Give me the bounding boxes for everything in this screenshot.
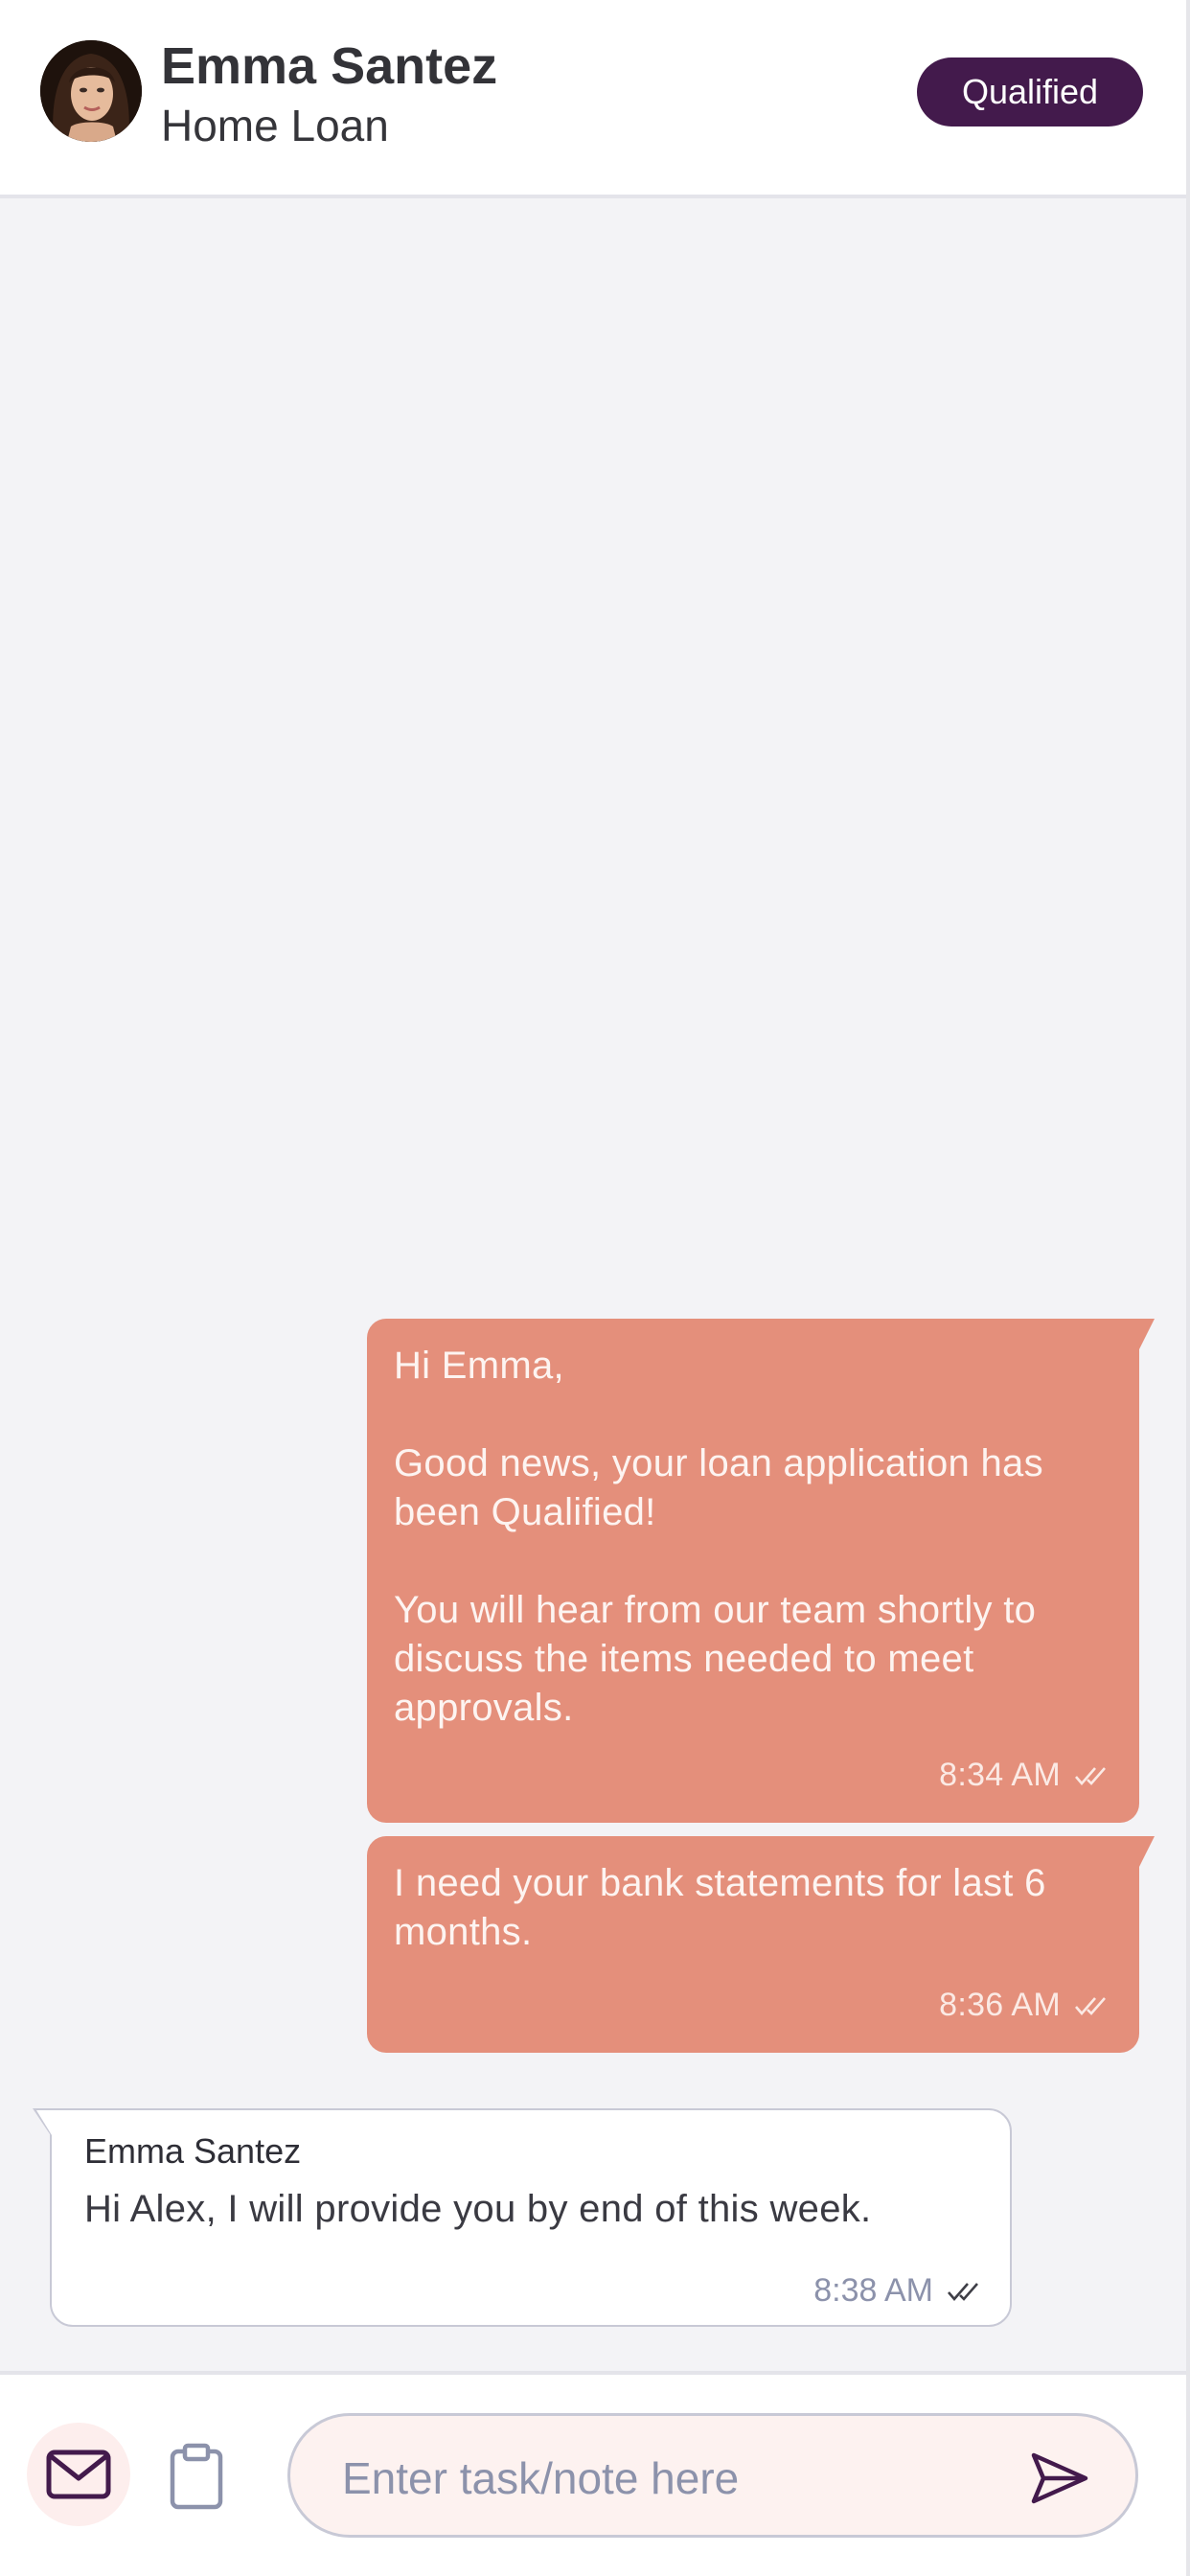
message-sender: Emma Santez <box>84 2131 302 2171</box>
outgoing-message[interactable]: Hi Emma, Good news, your loan applicatio… <box>367 1319 1155 1823</box>
message-meta: 8:36 AM <box>939 1981 1114 2030</box>
mail-button[interactable] <box>27 2423 130 2526</box>
incoming-message[interactable]: Emma Santez Hi Alex, I will provide you … <box>33 2108 1012 2327</box>
message-time: 8:34 AM <box>939 1757 1061 1793</box>
note-input[interactable] <box>342 2445 994 2512</box>
message-text: I need your bank statements for last 6 m… <box>394 1862 1046 1953</box>
message-text: Hi Alex, I will provide you by end of th… <box>84 2188 872 2230</box>
avatar[interactable] <box>40 40 142 142</box>
chat-screen: Emma Santez Home Loan Qualified Hi Emma,… <box>0 0 1190 2576</box>
chat-header: Emma Santez Home Loan Qualified <box>0 0 1186 198</box>
double-check-icon <box>1075 1766 1106 1785</box>
clipboard-button[interactable] <box>169 2438 224 2515</box>
double-check-icon <box>948 2282 978 2301</box>
message-meta: 8:38 AM <box>813 2272 987 2310</box>
note-input-container <box>287 2413 1138 2538</box>
composer-bar <box>0 2371 1186 2576</box>
avatar-photo <box>40 40 142 142</box>
contact-name: Emma Santez <box>161 37 498 95</box>
outgoing-message[interactable]: I need your bank statements for last 6 m… <box>367 1836 1155 2053</box>
mail-icon <box>46 2450 111 2499</box>
status-badge[interactable]: Qualified <box>917 58 1143 126</box>
message-time: 8:36 AM <box>939 1987 1061 2023</box>
loan-type-label: Home Loan <box>161 101 389 150</box>
send-icon <box>1031 2452 1088 2504</box>
message-text: Hi Emma, Good news, your loan applicatio… <box>394 1345 1043 1729</box>
clipboard-icon <box>170 2443 223 2510</box>
message-meta: 8:34 AM <box>939 1751 1114 1800</box>
send-button[interactable] <box>1030 2450 1089 2506</box>
double-check-icon <box>1075 1996 1106 2015</box>
message-time: 8:38 AM <box>813 2272 933 2309</box>
